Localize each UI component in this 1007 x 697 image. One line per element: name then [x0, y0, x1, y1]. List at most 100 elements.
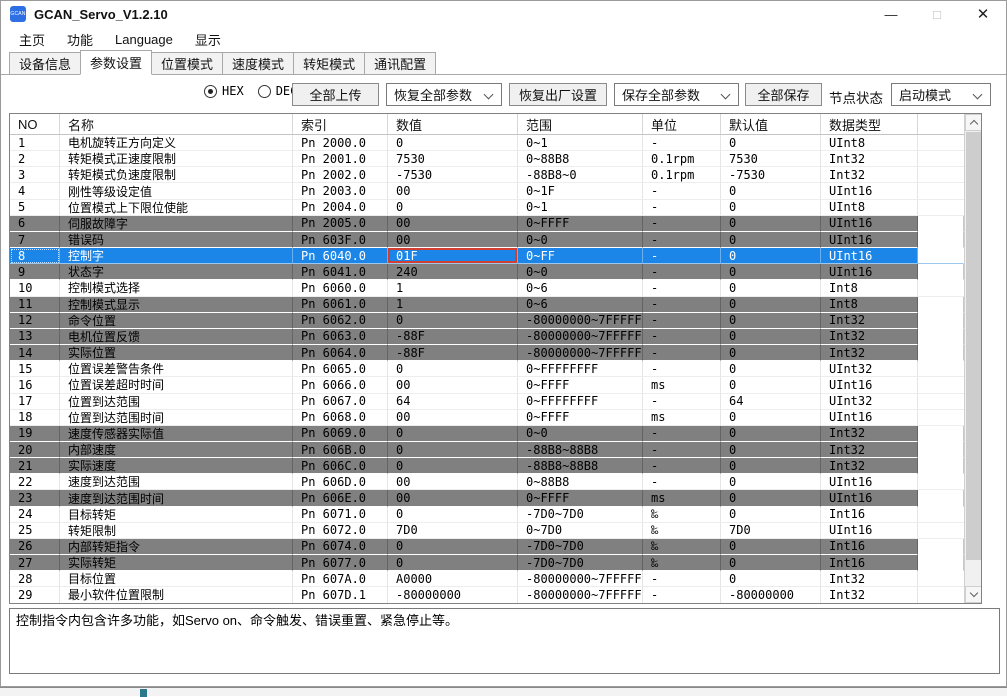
table-cell[interactable]: 0~0 — [518, 426, 643, 442]
table-cell[interactable]: 目标转矩 — [60, 507, 293, 523]
table-cell[interactable]: UInt16 — [821, 216, 918, 232]
table-cell[interactable]: 转矩限制 — [60, 523, 293, 539]
table-cell[interactable]: UInt32 — [821, 394, 918, 410]
scroll-up-button[interactable] — [965, 114, 982, 131]
table-cell[interactable]: Int16 — [821, 539, 918, 555]
table-cell[interactable]: 29 — [10, 587, 60, 603]
table-cell[interactable]: UInt16 — [821, 523, 918, 539]
table-cell[interactable]: 0 — [721, 410, 821, 426]
table-cell[interactable]: -80000000~7FFFFFFF — [518, 587, 643, 603]
table-cell[interactable] — [918, 507, 964, 523]
table-cell[interactable] — [918, 248, 964, 264]
table-cell[interactable] — [918, 216, 964, 232]
table-cell[interactable]: - — [643, 571, 721, 587]
table-cell[interactable] — [918, 474, 964, 490]
table-cell[interactable]: Int32 — [821, 458, 918, 474]
table-cell[interactable]: 控制模式选择 — [60, 280, 293, 296]
table-row[interactable]: 18位置到达范围时间Pn 6068.0000~FFFFms0UInt16 — [10, 410, 964, 426]
column-header[interactable]: 默认值 — [721, 114, 821, 134]
table-cell[interactable]: ms — [643, 377, 721, 393]
table-cell[interactable]: 0~1 — [518, 135, 643, 151]
table-cell[interactable]: 14 — [10, 345, 60, 361]
table-cell[interactable]: 8 — [10, 248, 60, 264]
table-row[interactable]: 23速度到达范围时间Pn 606E.0000~FFFFms0UInt16 — [10, 490, 964, 506]
menu-item-display[interactable]: 显示 — [195, 30, 221, 49]
table-cell[interactable]: -80000000~7FFFFFFF — [518, 313, 643, 329]
table-cell[interactable]: UInt16 — [821, 248, 918, 264]
restore-all-params-combo[interactable]: 恢复全部参数 — [386, 83, 502, 106]
table-cell[interactable]: UInt8 — [821, 135, 918, 151]
table-cell[interactable]: Int8 — [821, 280, 918, 296]
table-cell[interactable]: 0 — [721, 345, 821, 361]
table-cell[interactable]: UInt16 — [821, 490, 918, 506]
table-cell[interactable]: 01F — [388, 248, 518, 264]
table-cell[interactable]: 0 — [388, 539, 518, 555]
table-cell[interactable]: 00 — [388, 183, 518, 199]
table-cell[interactable] — [918, 297, 964, 313]
table-cell[interactable]: 1 — [388, 297, 518, 313]
table-cell[interactable]: 28 — [10, 571, 60, 587]
table-cell[interactable]: 0 — [721, 507, 821, 523]
table-cell[interactable]: Pn 6041.0 — [293, 264, 388, 280]
table-row[interactable]: 10控制模式选择Pn 6060.010~6-0Int8 — [10, 280, 964, 296]
table-cell[interactable]: A0000 — [388, 571, 518, 587]
table-cell[interactable]: 0 — [721, 361, 821, 377]
minimize-button[interactable]: — — [868, 1, 914, 27]
column-header[interactable]: 名称 — [60, 114, 293, 134]
menu-item-home[interactable]: 主页 — [19, 30, 45, 49]
table-row[interactable]: 8控制字Pn 6040.001F0~FF-0UInt16 — [10, 248, 964, 264]
table-cell[interactable]: - — [643, 280, 721, 296]
upload-all-button[interactable]: 全部上传 — [292, 83, 379, 106]
table-cell[interactable]: Pn 606E.0 — [293, 490, 388, 506]
table-cell[interactable]: Int8 — [821, 297, 918, 313]
table-cell[interactable]: UInt32 — [821, 361, 918, 377]
table-cell[interactable]: 0 — [721, 183, 821, 199]
table-row[interactable]: 19速度传感器实际值Pn 6069.000~0-0Int32 — [10, 426, 964, 442]
table-row[interactable]: 15位置误差警告条件Pn 6065.000~FFFFFFFF-0UInt32 — [10, 361, 964, 377]
table-cell[interactable]: Pn 6063.0 — [293, 329, 388, 345]
table-cell[interactable]: -7D0~7D0 — [518, 539, 643, 555]
table-cell[interactable]: 0~0 — [518, 232, 643, 248]
table-cell[interactable] — [918, 523, 964, 539]
table-cell[interactable]: - — [643, 474, 721, 490]
table-cell[interactable]: 12 — [10, 313, 60, 329]
table-cell[interactable]: 0 — [721, 458, 821, 474]
table-cell[interactable]: Int16 — [821, 507, 918, 523]
table-cell[interactable]: ms — [643, 410, 721, 426]
table-cell[interactable]: -7D0~7D0 — [518, 507, 643, 523]
tab-parameter-settings[interactable]: 参数设置 — [80, 50, 152, 75]
table-cell[interactable] — [918, 280, 964, 296]
table-cell[interactable]: Int32 — [821, 571, 918, 587]
table-cell[interactable]: -88B8~0 — [518, 167, 643, 183]
table-cell[interactable] — [918, 539, 964, 555]
table-cell[interactable]: ms — [643, 490, 721, 506]
table-cell[interactable]: Int32 — [821, 442, 918, 458]
table-cell[interactable]: 13 — [10, 329, 60, 345]
table-cell[interactable] — [918, 135, 964, 151]
table-cell[interactable]: 64 — [721, 394, 821, 410]
scrollbar-thumb[interactable] — [966, 132, 981, 560]
table-cell[interactable]: Int32 — [821, 329, 918, 345]
table-cell[interactable] — [918, 410, 964, 426]
menu-item-language[interactable]: Language — [115, 32, 173, 47]
table-cell[interactable]: 0 — [721, 377, 821, 393]
column-header[interactable]: 索引 — [293, 114, 388, 134]
table-cell[interactable]: 电机位置反馈 — [60, 329, 293, 345]
table-cell[interactable]: Pn 6069.0 — [293, 426, 388, 442]
table-cell[interactable] — [918, 167, 964, 183]
hex-radio-dot[interactable] — [204, 85, 217, 98]
table-cell[interactable]: Pn 2005.0 — [293, 216, 388, 232]
table-cell[interactable] — [918, 555, 964, 571]
table-cell[interactable]: - — [643, 394, 721, 410]
table-cell[interactable]: 23 — [10, 490, 60, 506]
table-cell[interactable]: 电机旋转正方向定义 — [60, 135, 293, 151]
table-cell[interactable] — [918, 232, 964, 248]
table-cell[interactable]: - — [643, 329, 721, 345]
table-row[interactable]: 14实际位置Pn 6064.0-88F-80000000~7FFFFFFF-0I… — [10, 345, 964, 361]
table-cell[interactable]: Int32 — [821, 587, 918, 603]
table-cell[interactable]: ‰ — [643, 507, 721, 523]
table-row[interactable]: 13电机位置反馈Pn 6063.0-88F-80000000~7FFFFFFF-… — [10, 329, 964, 345]
table-cell[interactable]: 15 — [10, 361, 60, 377]
table-cell[interactable]: Pn 6066.0 — [293, 377, 388, 393]
table-cell[interactable]: 1 — [10, 135, 60, 151]
